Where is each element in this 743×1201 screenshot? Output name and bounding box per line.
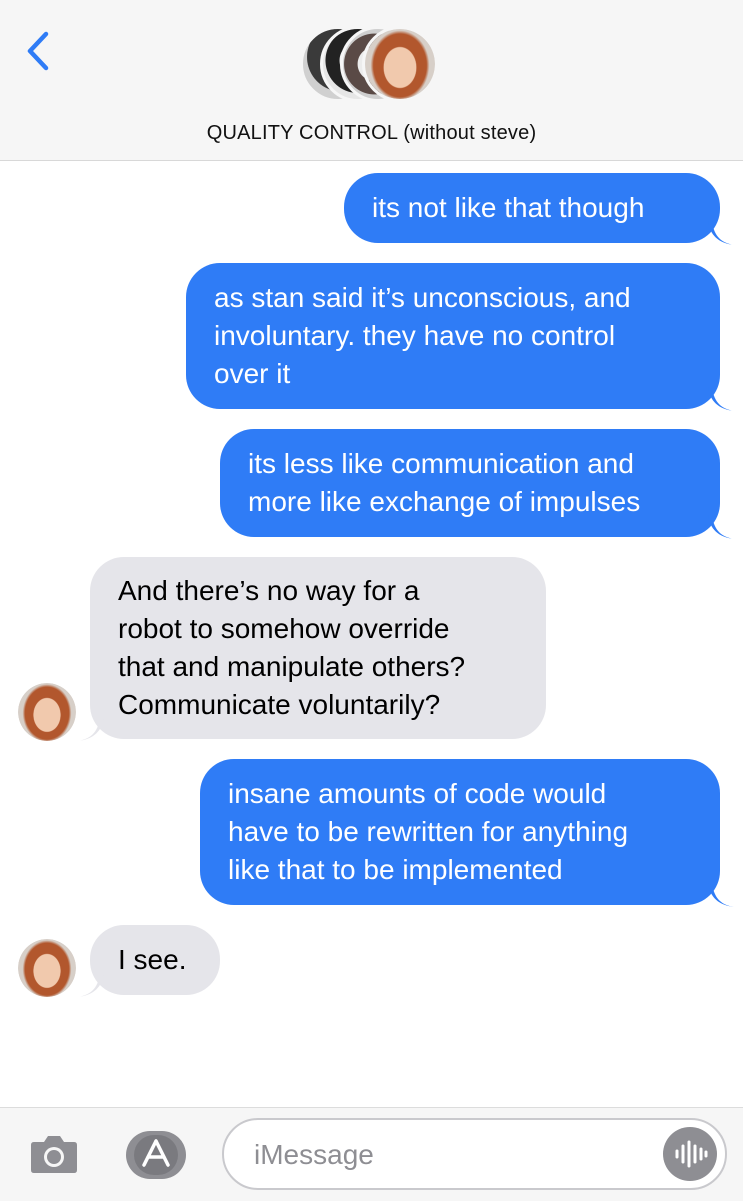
audio-message-button[interactable] bbox=[663, 1127, 717, 1181]
message-line: Communicate voluntarily? bbox=[118, 689, 441, 720]
bubble-tail bbox=[708, 515, 734, 539]
outgoing-message[interactable]: as stan said it’s unconscious, and invol… bbox=[186, 263, 720, 409]
incoming-message[interactable]: I see. bbox=[90, 925, 220, 995]
message-input[interactable] bbox=[252, 1132, 656, 1178]
message-line: And there’s no way for a bbox=[118, 575, 420, 606]
message-line: insane amounts of code would bbox=[228, 778, 607, 809]
camera-icon bbox=[31, 1136, 77, 1173]
message-line: more like exchange of impulses bbox=[248, 486, 641, 517]
message-line: I see. bbox=[118, 944, 187, 975]
back-button[interactable] bbox=[20, 28, 60, 74]
avatar[interactable] bbox=[18, 939, 76, 997]
message-line: robot to somehow override bbox=[118, 613, 450, 644]
outgoing-message[interactable]: its less like communication and more lik… bbox=[220, 429, 720, 537]
message-line: like that to be implemented bbox=[228, 854, 563, 885]
bubble-tail bbox=[708, 221, 734, 245]
avatar bbox=[362, 26, 438, 102]
message-line: as stan said it’s unconscious, and bbox=[214, 282, 631, 313]
group-avatars[interactable] bbox=[300, 26, 446, 110]
message-thread[interactable]: its not like that though as stan said it… bbox=[0, 161, 743, 1107]
bubble-tail bbox=[708, 883, 734, 907]
message-line: its less like communication and bbox=[248, 448, 634, 479]
outgoing-message[interactable]: its not like that though bbox=[344, 173, 720, 243]
avatar[interactable] bbox=[18, 683, 76, 741]
app-store-icon bbox=[126, 1131, 186, 1179]
camera-button[interactable] bbox=[30, 1134, 78, 1174]
message-line: that and manipulate others? bbox=[118, 651, 466, 682]
conversation-header: QUALITY CONTROL (without steve) bbox=[0, 0, 743, 161]
incoming-message[interactable]: And there’s no way for a robot to someho… bbox=[90, 557, 546, 739]
message-line: involuntary. they have no control bbox=[214, 320, 616, 351]
outgoing-message[interactable]: insane amounts of code would have to be … bbox=[200, 759, 720, 905]
apps-button[interactable] bbox=[124, 1129, 188, 1181]
message-line: its not like that though bbox=[372, 192, 645, 223]
bubble-tail bbox=[78, 717, 104, 741]
message-field[interactable] bbox=[222, 1118, 727, 1190]
chevron-left-icon bbox=[27, 31, 49, 71]
message-line: have to be rewritten for anything bbox=[228, 816, 629, 847]
audio-waveform-icon bbox=[675, 1140, 708, 1168]
bubble-tail bbox=[78, 973, 104, 997]
message-input-bar bbox=[0, 1107, 743, 1201]
bubble-tail bbox=[708, 387, 734, 411]
message-line: over it bbox=[214, 358, 291, 389]
conversation-title[interactable]: QUALITY CONTROL (without steve) bbox=[0, 122, 743, 145]
